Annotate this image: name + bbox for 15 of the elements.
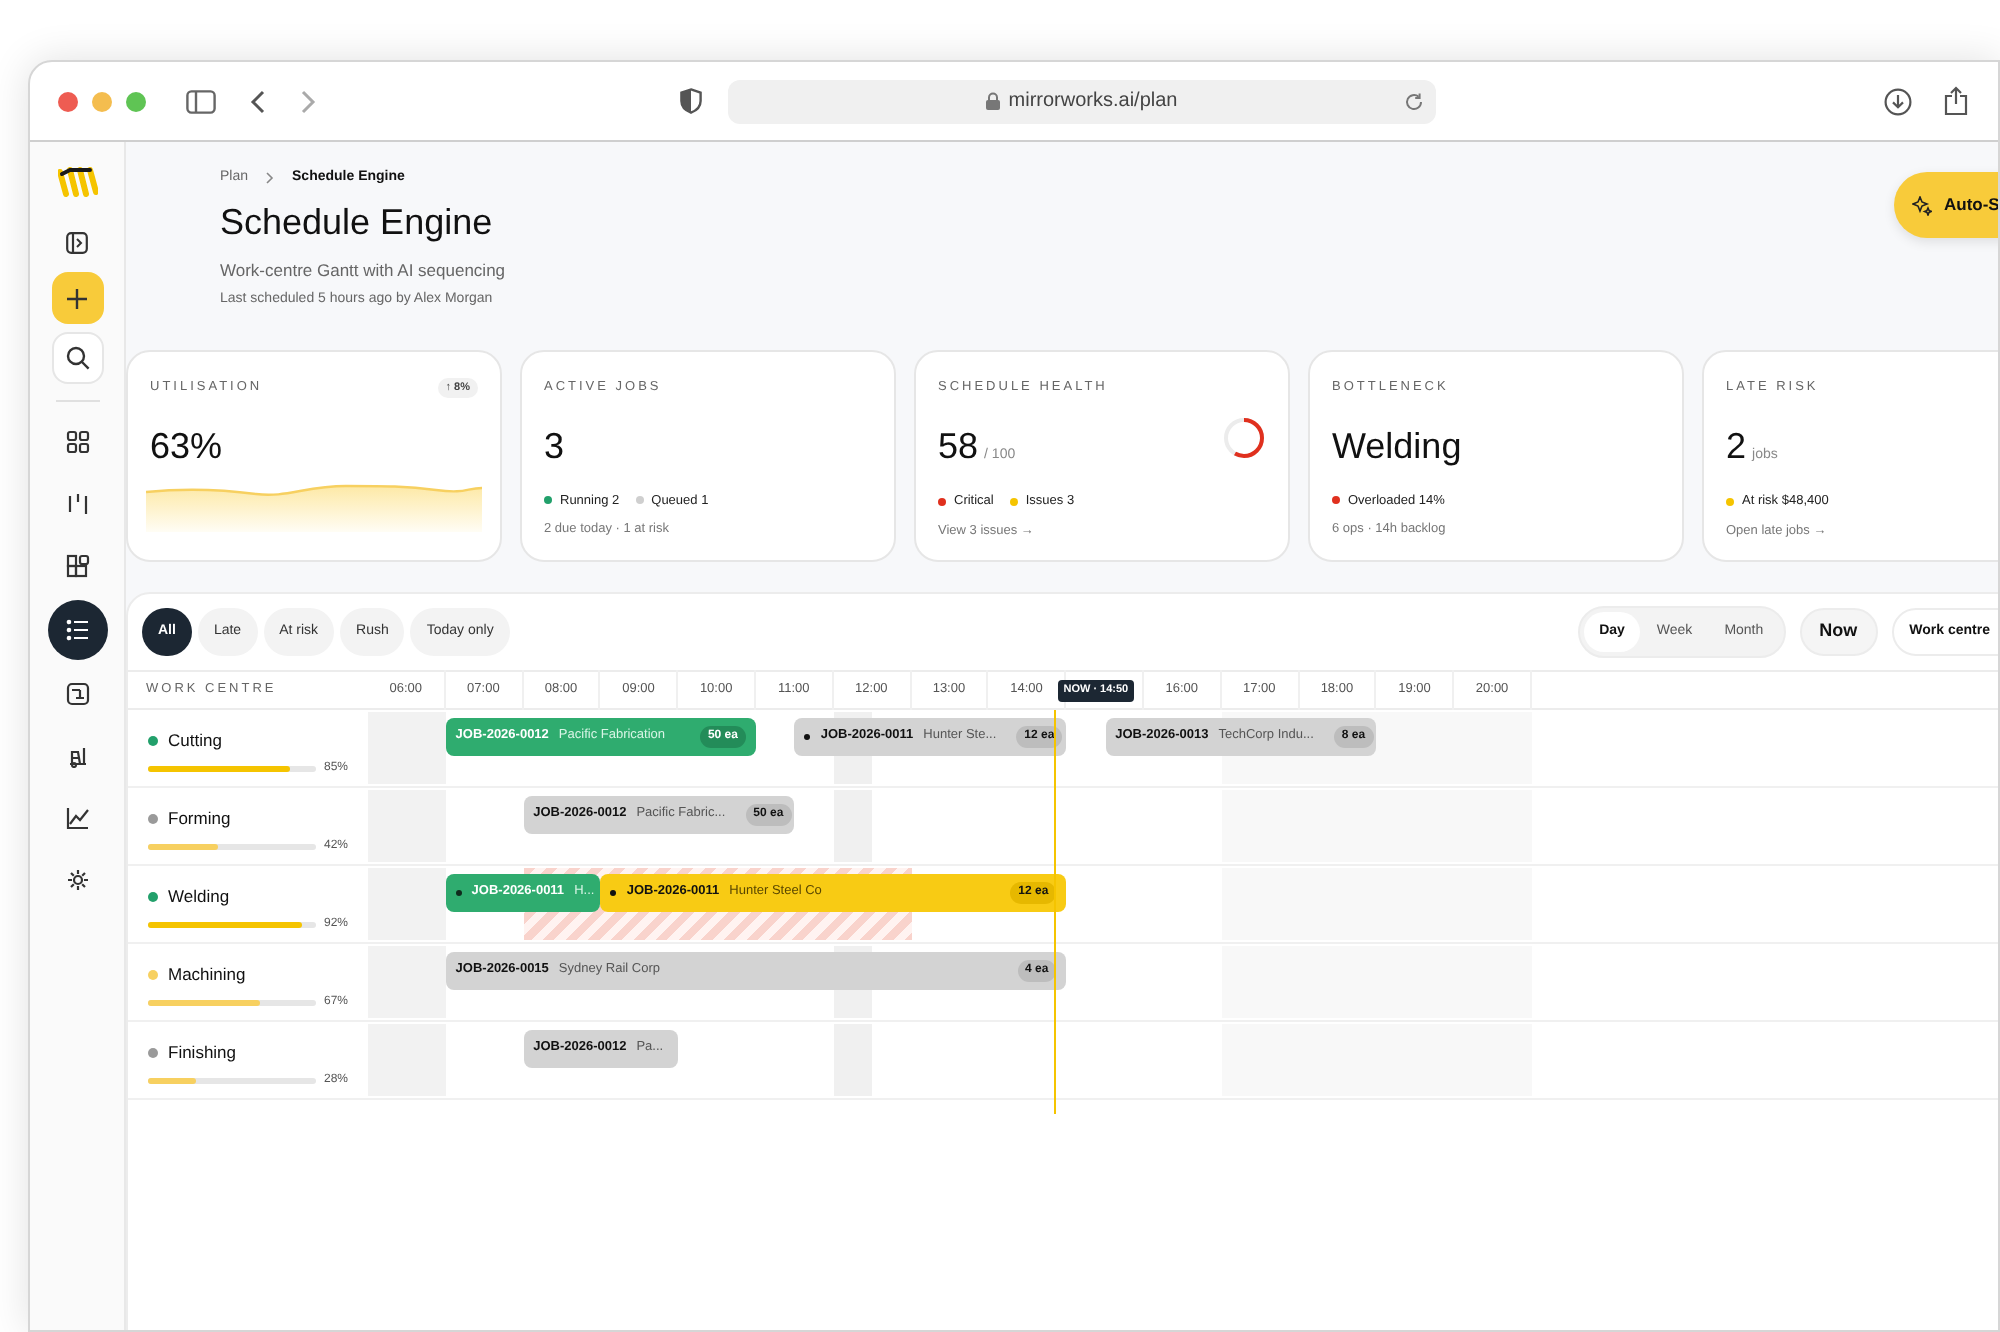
kpi-value: 3: [544, 425, 565, 465]
work-centre-name: Welding: [168, 883, 230, 909]
work-centre-name: Cutting: [168, 727, 222, 753]
page-title: Schedule Engine: [220, 199, 493, 243]
address-bar[interactable]: mirrorworks.ai/plan: [728, 79, 1436, 123]
work-centre-name: Finishing: [168, 1039, 237, 1065]
work-centre-name: Forming: [168, 805, 231, 831]
work-centre-name: Machining: [168, 961, 246, 987]
kpi-value: 58: [938, 425, 979, 465]
kpi-value: Welding: [1332, 425, 1462, 465]
url-text: mirrorworks.ai/plan: [1008, 88, 1178, 116]
kpi-value: 2: [1726, 425, 1747, 465]
page-subtitle: Work-centre Gantt with AI sequencing: [218, 257, 508, 283]
now-button[interactable]: Now: [1799, 607, 1878, 656]
kpi-value: 63%: [150, 426, 223, 466]
